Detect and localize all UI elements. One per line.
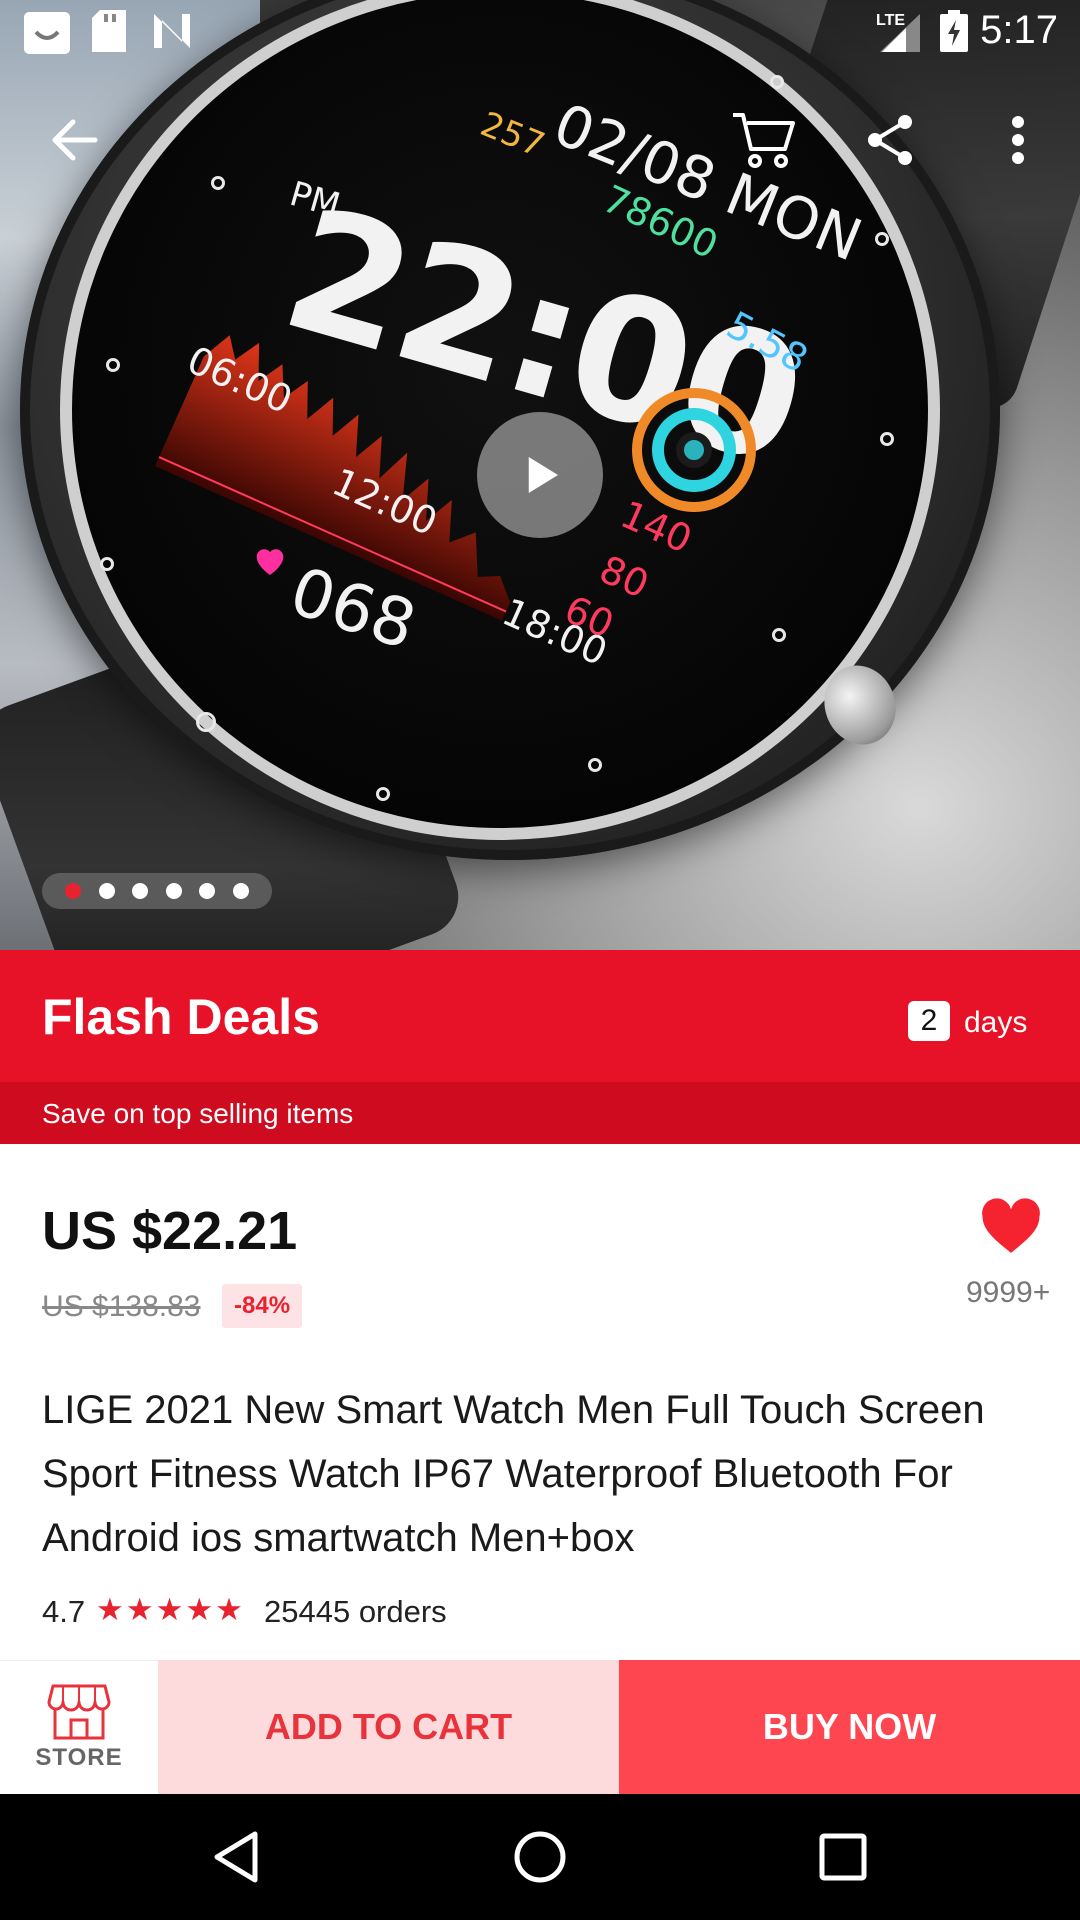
notification-app-icon xyxy=(24,12,70,59)
rating-value: 4.7 xyxy=(42,1594,86,1629)
dial-marker xyxy=(772,628,786,642)
dial-marker xyxy=(875,232,889,246)
store-icon xyxy=(47,1684,111,1739)
pager-dot[interactable] xyxy=(165,883,182,899)
dial-marker xyxy=(106,358,120,372)
add-to-cart-button[interactable]: ADD TO CART xyxy=(158,1660,619,1794)
flash-deals-subtitle: Save on top selling items xyxy=(42,1098,354,1129)
status-bar: LTE 5:17 xyxy=(0,0,1080,64)
rating-stars: ★★★★★ xyxy=(96,1592,245,1627)
dial-marker xyxy=(100,557,114,571)
play-video-button[interactable] xyxy=(477,412,603,538)
nav-recents-button[interactable] xyxy=(810,1824,876,1890)
dial-marker xyxy=(770,75,784,89)
nav-home-button[interactable] xyxy=(507,1824,573,1890)
pager-dot[interactable] xyxy=(98,883,115,899)
wishlist-count: 9999+ xyxy=(966,1276,1051,1309)
dial-marker xyxy=(588,758,602,772)
dial-marker xyxy=(376,787,390,801)
nav-home-icon xyxy=(514,1831,566,1883)
purchase-action-bar: STORE ADD TO CART BUY NOW xyxy=(0,1660,1080,1794)
nav-back-icon xyxy=(214,1831,258,1883)
signal-icon xyxy=(880,14,920,57)
n-app-icon xyxy=(152,12,192,55)
more-options-button[interactable] xyxy=(978,100,1058,180)
back-arrow-icon xyxy=(52,119,98,161)
cart-icon xyxy=(733,113,795,168)
activity-ring-core xyxy=(676,432,712,468)
dial-marker xyxy=(211,176,225,190)
buy-now-button[interactable]: BUY NOW xyxy=(619,1660,1080,1794)
pager-dot[interactable] xyxy=(232,883,249,899)
flash-deals-title: Flash Deals xyxy=(42,989,320,1045)
play-icon xyxy=(528,457,558,493)
discount-badge: -84% xyxy=(222,1284,303,1328)
cart-button[interactable] xyxy=(724,100,804,180)
pager-dot[interactable] xyxy=(199,883,216,899)
store-button[interactable]: STORE xyxy=(0,1660,158,1794)
current-price: US $22.21 xyxy=(42,1201,298,1261)
heart-icon xyxy=(256,549,284,575)
flash-deals-subtitle-bar: Save on top selling items xyxy=(0,1082,1080,1144)
dial-marker xyxy=(196,712,216,732)
days-count: 2 xyxy=(908,1001,950,1041)
wishlist-heart-icon[interactable] xyxy=(980,1198,1042,1256)
pager-dot[interactable] xyxy=(132,883,149,899)
back-button[interactable] xyxy=(34,100,114,180)
nav-back-button[interactable] xyxy=(203,1824,269,1890)
nav-recents-icon xyxy=(819,1833,867,1881)
battery-charging-icon xyxy=(940,10,968,57)
more-vert-icon xyxy=(1012,116,1024,164)
dial-marker xyxy=(880,432,894,446)
image-pager xyxy=(42,873,272,909)
system-navigation-bar xyxy=(0,1794,1080,1920)
days-label: days xyxy=(964,1006,1028,1039)
store-label: STORE xyxy=(35,1743,123,1771)
flash-deals-banner[interactable]: Flash Deals 2 days xyxy=(0,950,1080,1082)
pager-dot[interactable] xyxy=(65,883,82,899)
share-icon xyxy=(868,115,912,165)
product-title: LIGE 2021 New Smart Watch Men Full Touch… xyxy=(42,1388,985,1560)
status-time: 5:17 xyxy=(980,8,1058,52)
share-button[interactable] xyxy=(850,100,930,180)
original-price: US $138.83 xyxy=(42,1290,201,1323)
sd-card-icon xyxy=(92,10,126,57)
orders-count: 25445 orders xyxy=(264,1594,447,1629)
